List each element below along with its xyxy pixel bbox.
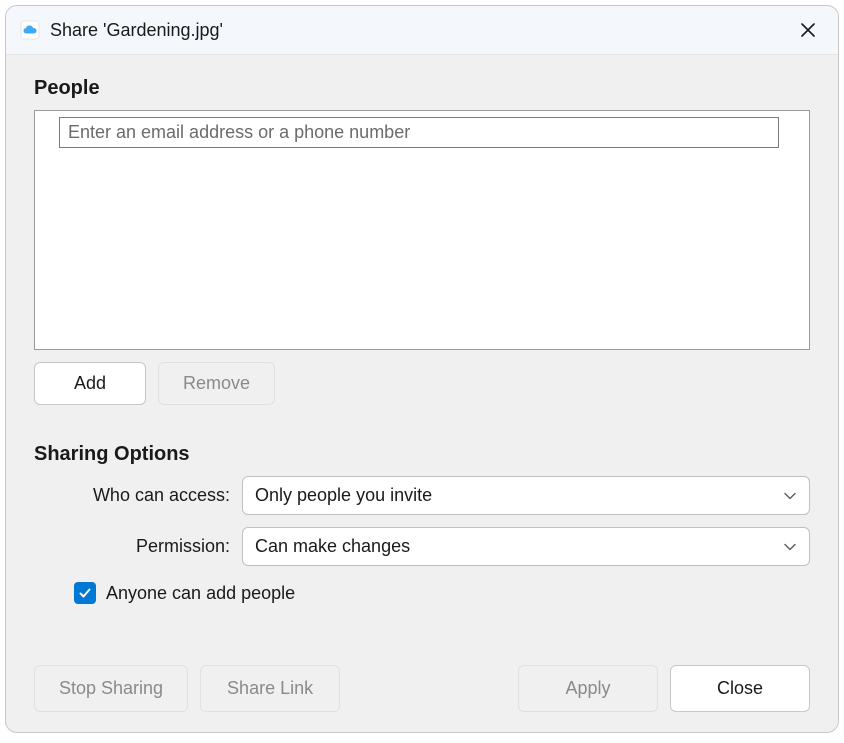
permission-select-wrap: Can make changes (242, 527, 810, 566)
people-heading: People (34, 77, 810, 100)
email-input[interactable] (59, 117, 779, 148)
anyone-can-add-checkbox[interactable] (74, 582, 96, 604)
share-link-button[interactable]: Share Link (200, 665, 340, 712)
who-can-access-label: Who can access: (34, 485, 242, 506)
close-button[interactable]: Close (670, 665, 810, 712)
sharing-options-heading: Sharing Options (34, 443, 810, 466)
share-dialog: Share 'Gardening.jpg' People Add Remove … (5, 5, 839, 733)
cloud-icon (20, 20, 40, 40)
stop-sharing-button[interactable]: Stop Sharing (34, 665, 188, 712)
people-buttons: Add Remove (34, 362, 810, 405)
permission-select[interactable]: Can make changes (242, 527, 810, 566)
anyone-can-add-row: Anyone can add people (74, 582, 810, 604)
close-icon[interactable] (794, 16, 822, 44)
dialog-footer: Stop Sharing Share Link Apply Close (34, 645, 810, 712)
add-button[interactable]: Add (34, 362, 146, 405)
apply-button[interactable]: Apply (518, 665, 658, 712)
anyone-can-add-label: Anyone can add people (106, 583, 295, 604)
titlebar: Share 'Gardening.jpg' (6, 6, 838, 55)
who-can-access-select-wrap: Only people you invite (242, 476, 810, 515)
footer-right: Apply Close (518, 665, 810, 712)
sharing-options-section: Sharing Options Who can access: Only peo… (34, 443, 810, 604)
who-can-access-row: Who can access: Only people you invite (34, 476, 810, 515)
dialog-title: Share 'Gardening.jpg' (50, 20, 223, 41)
dialog-content: People Add Remove Sharing Options Who ca… (6, 55, 838, 732)
permission-row: Permission: Can make changes (34, 527, 810, 566)
people-list-box (34, 110, 810, 350)
permission-label: Permission: (34, 536, 242, 557)
titlebar-left: Share 'Gardening.jpg' (20, 20, 223, 41)
footer-left: Stop Sharing Share Link (34, 665, 340, 712)
remove-button[interactable]: Remove (158, 362, 275, 405)
who-can-access-select[interactable]: Only people you invite (242, 476, 810, 515)
